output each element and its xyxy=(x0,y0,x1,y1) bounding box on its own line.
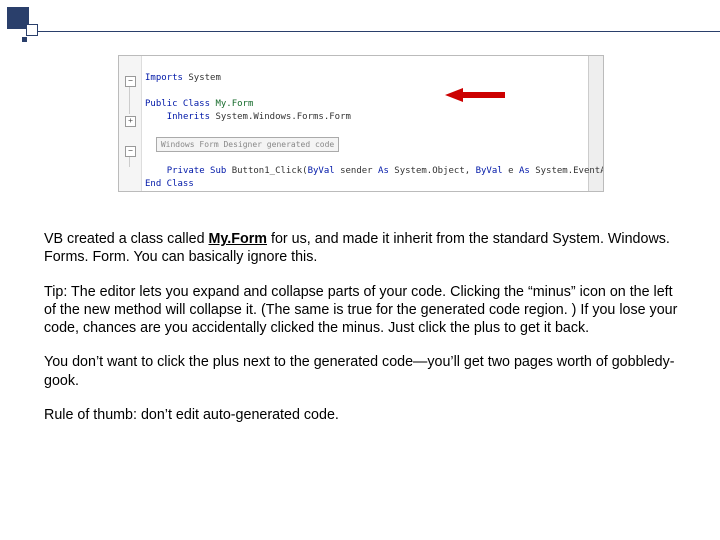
imports-namespace: System xyxy=(188,73,221,83)
slide-body-text: VB created a class called My.Form for us… xyxy=(44,230,684,440)
deco-square-medium xyxy=(26,24,38,36)
paragraph-2: Tip: The editor lets you expand and coll… xyxy=(44,283,684,338)
paragraph-3: You don’t want to click the plus next to… xyxy=(44,353,684,390)
sub-keyword: Private Sub xyxy=(167,166,227,176)
outline-line xyxy=(129,87,130,114)
slide-decoration xyxy=(4,4,74,44)
arg2-type: System.EventAr xyxy=(530,166,604,176)
p1-class-name: My.Form xyxy=(209,231,268,247)
collapse-minus-icon: − xyxy=(125,76,136,87)
arrow-shaft xyxy=(463,92,505,98)
class-keyword: Public Class xyxy=(145,99,210,109)
arrow-head-icon xyxy=(445,88,463,102)
paragraph-1: VB created a class called My.Form for us… xyxy=(44,230,684,267)
byval-keyword-2: ByVal xyxy=(476,166,503,176)
arg2: e xyxy=(503,166,519,176)
end-class-keyword: End Class xyxy=(145,179,194,189)
inherits-type: System.Windows.Forms.Form xyxy=(215,112,350,122)
expand-plus-icon: + xyxy=(125,116,136,127)
collapsed-region: Windows Form Designer generated code xyxy=(156,137,339,152)
editor-gutter: − + − xyxy=(119,56,142,191)
inherits-keyword: Inherits xyxy=(167,112,210,122)
collapse-minus-icon-2: − xyxy=(125,146,136,157)
arrow-annotation-icon xyxy=(445,88,505,102)
arg1-type: System.Object, xyxy=(389,166,476,176)
outline-line-2 xyxy=(129,157,130,167)
byval-keyword: ByVal xyxy=(308,166,335,176)
deco-square-small xyxy=(22,37,27,42)
code-area: Imports System Public Class My.Form Inhe… xyxy=(141,56,603,191)
as-keyword-2: As xyxy=(519,166,530,176)
arg1: sender xyxy=(335,166,378,176)
sub-name: Button1_Click( xyxy=(232,166,308,176)
paragraph-4: Rule of thumb: don’t edit auto-generated… xyxy=(44,406,684,424)
p1-part-a: VB created a class called xyxy=(44,231,209,247)
class-name: My.Form xyxy=(215,99,253,109)
horizontal-rule xyxy=(38,31,720,32)
code-editor-screenshot: − + − Imports System Public Class My.For… xyxy=(118,55,604,192)
as-keyword: As xyxy=(378,166,389,176)
imports-keyword: Imports xyxy=(145,73,183,83)
